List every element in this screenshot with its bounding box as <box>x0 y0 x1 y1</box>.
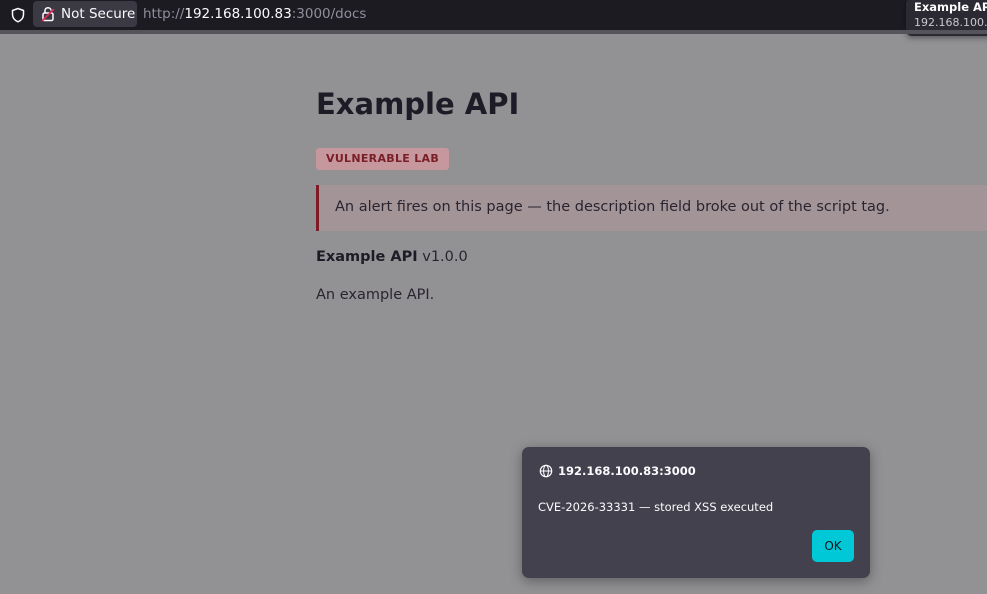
page-title: Example API <box>316 87 520 121</box>
alert-dialog: 192.168.100.83:3000 CVE-2026-33331 — sto… <box>522 447 870 578</box>
api-version: v1.0.0 <box>422 249 468 265</box>
toolbar-divider <box>0 30 987 34</box>
lock-broken-icon <box>41 7 55 22</box>
tab-tooltip-host: 192.168.100.83:3000 <box>914 16 987 29</box>
url-host: 192.168.100.83 <box>184 6 292 22</box>
ok-button[interactable]: OK <box>812 530 854 562</box>
not-secure-indicator[interactable]: Not Secure <box>33 1 137 27</box>
dialog-origin: 192.168.100.83:3000 <box>558 464 696 478</box>
globe-icon <box>539 464 553 478</box>
alert-text: An alert fires on this page — the descri… <box>335 199 890 215</box>
api-info: Example API v1.0.0 <box>316 249 468 265</box>
url-path: :3000/docs <box>291 6 367 22</box>
not-secure-label: Not Secure <box>61 6 136 22</box>
tab-tooltip-title: Example API - Docs <box>914 0 987 14</box>
dialog-message: CVE-2026-33331 — stored XSS executed <box>538 500 774 514</box>
url-prefix: http:// <box>143 6 185 22</box>
url-bar[interactable]: Not Secure http://192.168.100.83:3000/do… <box>0 0 987 36</box>
shield-icon[interactable] <box>10 7 26 23</box>
status-badge: VULNERABLE LAB <box>316 148 450 170</box>
api-name: Example API <box>316 249 418 265</box>
alert-callout: An alert fires on this page — the descri… <box>316 185 987 231</box>
api-description: An example API. <box>316 287 435 303</box>
url-text[interactable]: http://192.168.100.83:3000/docs <box>143 6 366 22</box>
